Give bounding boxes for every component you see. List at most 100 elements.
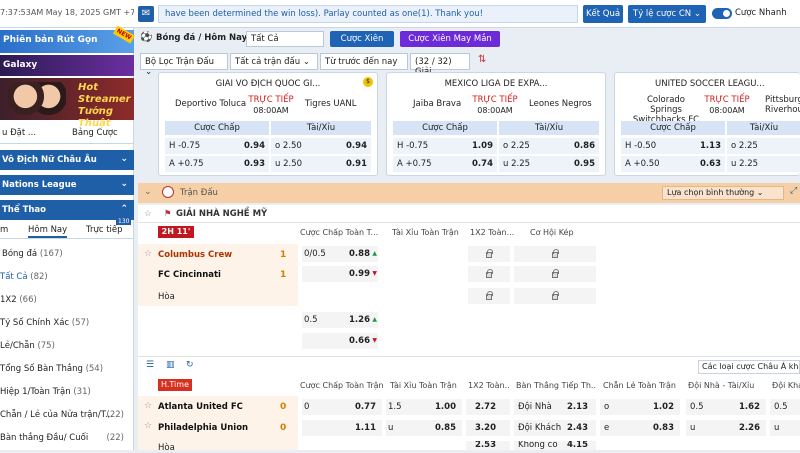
home-team: Atlanta United FC [158,402,243,412]
odds-cell[interactable]: A +0.50 0.63 [621,156,725,172]
odds-cell[interactable]: 0.99 ▼ [302,266,378,282]
match-card[interactable]: GIẢI VÔ ĐỊCH QUỐC GI... $ Deportivo Tolu… [158,72,378,176]
sort-icon[interactable]: ⇅ [478,54,486,65]
odds-cell[interactable]: u 2.25 0.95 [499,156,599,172]
odds-cell[interactable]: 0 0.77 [302,399,382,415]
chevron-up-icon: ⌃ [120,204,128,214]
quick-bet-toggle[interactable] [712,8,732,19]
odds-cell[interactable]: o 2.25 0.86 [499,138,599,154]
time-range-select[interactable]: Từ trước đến nay ⌄ [320,53,408,77]
display-mode-select[interactable]: Lựa chọn bình thường ⌄ [662,186,784,200]
match-filter-select[interactable]: Bộ Lọc Trận Đấu ⌄ [140,53,228,77]
odds-cell[interactable]: 2.72 [466,399,510,415]
odds-cell[interactable]: A +0.75 0.74 [393,156,497,172]
parlay-button[interactable]: Cược Xiên [330,31,394,47]
odds-cell[interactable]: o 2.25 [727,138,800,154]
odds-cell[interactable]: A +0.75 0.93 [165,156,269,172]
message-icon[interactable]: ✉ [138,6,154,22]
star-icon[interactable]: ☆ [144,401,152,411]
star-icon[interactable]: ☆ [144,249,152,259]
odds-cell[interactable]: u [770,420,800,436]
line: -0.50 [634,141,657,151]
results-button[interactable]: Kết Quả [583,5,623,23]
card-league: UNITED SOCCER LEAGU... [655,79,765,89]
odds-cell[interactable]: 0.5 1.62 [686,399,766,415]
section-womens-euro[interactable]: Vô Địch Nữ Châu Âu ⌄ [0,150,134,170]
odds-cell[interactable]: 2.53 [466,441,510,450]
tab-early[interactable]: m [0,225,8,235]
sidebar-item-odd-even[interactable]: Lẻ/Chẵn (75) [0,335,134,357]
line: 0/0.5 [304,249,326,259]
other-markets-select[interactable]: Các loại cược Châu Á khác ⌄ [698,360,800,374]
league-count-select[interactable]: (32 / 32) Giải [410,53,470,77]
odds-cell[interactable]: u 2.26 [686,420,766,436]
odds-cell[interactable]: 1.11 [302,420,382,436]
sidebar-item-first-last-goal[interactable]: Bàn thắng Đầu/ Cuối (22) [0,427,134,449]
tab-bet-list[interactable]: Bảng Cược [72,128,118,138]
tab-bet-slip[interactable]: u Đặt ... [2,128,36,138]
clock: 7:37:53AM May 18, 2025 GMT +7 [0,8,134,17]
odds-cell[interactable]: u 2.25 [727,156,800,172]
section-sports[interactable]: Thể Thao ⌃ [0,200,134,220]
line: o [604,402,610,412]
price: 1.00 [435,402,456,412]
odds-cell[interactable]: o 2.50 0.94 [271,138,371,154]
side: A [169,159,175,169]
streamer-image [8,82,66,118]
odds-cell[interactable]: H -0.75 0.94 [165,138,269,154]
odds-cell[interactable]: u 0.85 [386,420,462,436]
odds-cell[interactable]: 0.5 [770,399,800,415]
tab-live[interactable]: Trực tiếp [86,225,123,235]
star-icon[interactable]: ☆ [144,209,152,219]
section-nations-league[interactable]: Nations League ⌄ [0,175,134,195]
odds-cell[interactable]: 3.20 [466,420,510,436]
sidebar-item-total-goals[interactable]: Tổng Số Bàn Thắng (54) [0,358,134,380]
lucky-parlay-button[interactable]: Cược Xiên May Mắn [400,31,500,47]
time-tabs: m Hôm Nay Trực tiếp 130 [0,218,134,239]
match-card[interactable]: MEXICO LIGA DE EXPA... Jaiba Brava TRỰC … [386,72,606,176]
odds-cell[interactable]: u 2.50 0.91 [271,156,371,172]
odds-cell[interactable]: 1.5 1.00 [386,399,462,415]
odds-cell[interactable]: H -0.50 1.13 [621,138,725,154]
odds-cell[interactable]: 0/0.5 0.88 ▲ [302,246,378,262]
price: 0.85 [435,423,456,433]
promo-lite-version[interactable]: Phiên bản Rút Gọn NEW [0,25,135,53]
refresh-icon[interactable]: ↻ [186,360,194,370]
odds-cell[interactable]: Không có 4.15 [514,441,596,450]
col-head: Tài Xỉu Toàn Trận [390,381,457,390]
category-select[interactable]: Tất Cả [246,31,324,47]
card-ou-head: Tài/Xỉu [727,121,800,135]
odds-cell[interactable]: e 0.83 [600,420,680,436]
all-matches-select[interactable]: Tất cả trận đấu ⌄ [230,53,318,70]
star-icon[interactable]: ☆ [144,421,152,431]
odds-cell[interactable]: 0.66 ▼ [302,333,378,349]
sidebar-item-correct-score[interactable]: Tỷ Số Chính Xác (57) [0,312,134,334]
promo-galaxy[interactable]: Galaxy [0,55,134,76]
odds-cell[interactable]: 0.5 1.26 ▲ [302,312,378,328]
side: u [503,159,509,169]
col-head: 1X2 Toàn... [468,381,510,390]
sidebar-item-football[interactable]: Bóng đá (167) [0,243,134,265]
sidebar-item-1x2[interactable]: 1X2 (66) [0,289,134,311]
list-icon[interactable]: ☰ [146,360,154,370]
odds-cell[interactable]: Đội Khách 2.43 [514,420,596,436]
price: 3.20 [475,423,496,433]
stats-icon[interactable]: ▥ [166,360,175,370]
odds-cell[interactable]: H -0.75 1.09 [393,138,497,154]
home-score: 0 [280,402,287,412]
promo-hot-streamer[interactable]: Hot Streamer Tướng Thuật [0,78,134,129]
odds-cell[interactable]: o 1.02 [600,399,680,415]
sidebar-item-half-odd-even[interactable]: Chẵn / Lẻ của Nửa trận/T... (22) [0,404,134,426]
odds-cell[interactable]: Đội Nhà 2.13 [514,399,596,415]
odds-format-select[interactable]: Tỷ lệ cược CN ⌄ [628,5,706,23]
line: 2.25 [510,141,530,151]
tab-today[interactable]: Hôm Nay [28,225,68,238]
expand-icon[interactable]: ⤢ [790,186,797,196]
match-card[interactable]: UNITED SOCCER LEAGU... Colorado Springs … [614,72,800,176]
line: +0.75 [177,159,204,169]
chevron-down-icon[interactable]: ⌄ [144,187,152,197]
sidebar-item-half-full[interactable]: Hiệp 1/Toàn Trận (31) [0,381,134,403]
price: 0.74 [472,159,493,169]
sidebar-item-all[interactable]: Tất Cả (82) [0,266,134,288]
line: u [774,423,780,433]
